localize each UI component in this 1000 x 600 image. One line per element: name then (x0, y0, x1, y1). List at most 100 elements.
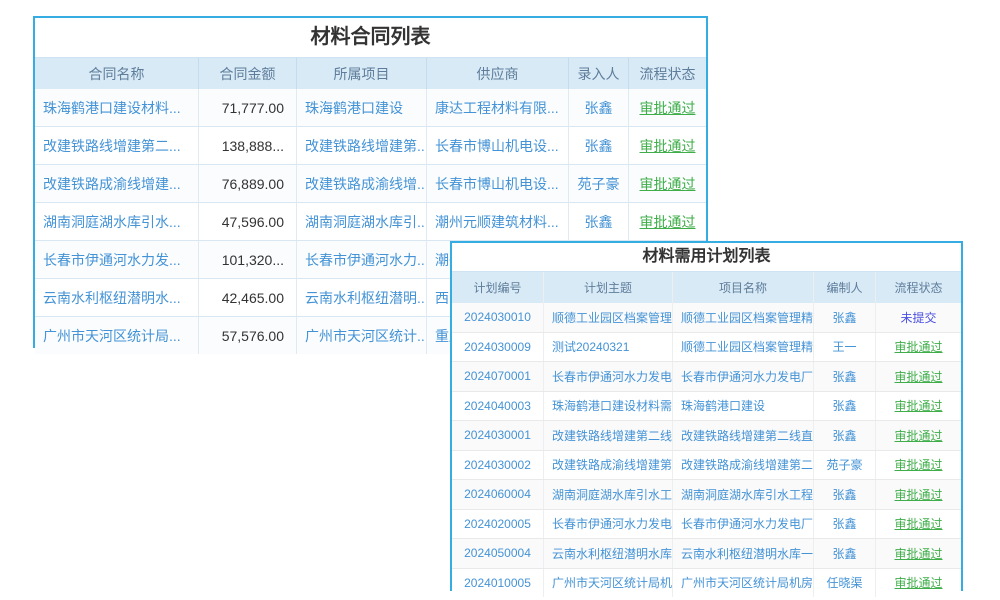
contract-name-link[interactable]: 改建铁路成渝线增建... (35, 165, 198, 202)
plan-subject-link[interactable]: 改建铁路成渝线增建第... (543, 451, 672, 480)
status-badge[interactable]: 审批通过 (628, 165, 706, 202)
project-name-link[interactable]: 云南水利枢纽潜明水库一... (672, 539, 813, 568)
plan-subject-link[interactable]: 云南水利枢纽潜明水库... (543, 539, 672, 568)
table-row: 湖南洞庭湖水库引水... 47,596.00 湖南洞庭湖水库引... 潮州元顺建… (35, 202, 706, 240)
contract-amount-value: 47,596.00 (198, 203, 296, 240)
material-plan-list-panel: 材料需用计划列表 计划编号 计划主题 项目名称 编制人 流程状态 2024030… (450, 241, 963, 591)
status-badge[interactable]: 审批通过 (628, 203, 706, 240)
plan-subject-link[interactable]: 测试20240321 (543, 333, 672, 362)
contract-amount-value: 42,465.00 (198, 279, 296, 316)
plan-panel-title: 材料需用计划列表 (452, 243, 961, 271)
contract-amount-value: 57,576.00 (198, 317, 296, 354)
contract-amount-value: 71,777.00 (198, 89, 296, 126)
project-name-link[interactable]: 顺德工业园区档案管理精... (672, 333, 813, 362)
contract-name-link[interactable]: 云南水利枢纽潜明水... (35, 279, 198, 316)
column-header-contract-name: 合同名称 (35, 58, 198, 89)
column-header-plan-no: 计划编号 (452, 272, 543, 303)
contract-name-link[interactable]: 湖南洞庭湖水库引水... (35, 203, 198, 240)
contract-name-link[interactable]: 长春市伊通河水力发... (35, 241, 198, 278)
contract-name-link[interactable]: 广州市天河区统计局... (35, 317, 198, 354)
project-name-link[interactable]: 顺德工业园区档案管理精... (672, 303, 813, 332)
plan-no-link[interactable]: 2024060004 (452, 480, 543, 509)
supplier-link[interactable]: 长春市博山机电设... (426, 127, 568, 164)
status-badge[interactable]: 审批通过 (875, 333, 961, 362)
project-link[interactable]: 长春市伊通河水力... (296, 241, 426, 278)
column-header-status: 流程状态 (628, 58, 706, 89)
compiler-link[interactable]: 张鑫 (813, 480, 875, 509)
project-name-link[interactable]: 长春市伊通河水力发电厂... (672, 510, 813, 539)
column-header-supplier: 供应商 (426, 58, 568, 89)
project-link[interactable]: 湖南洞庭湖水库引... (296, 203, 426, 240)
project-link[interactable]: 改建铁路成渝线增... (296, 165, 426, 202)
supplier-link[interactable]: 康达工程材料有限... (426, 89, 568, 126)
status-badge[interactable]: 审批通过 (628, 127, 706, 164)
column-header-contract-amount: 合同金额 (198, 58, 296, 89)
table-row: 2024030010 顺德工业园区档案管理... 顺德工业园区档案管理精... … (452, 303, 961, 332)
contract-name-link[interactable]: 改建铁路线增建第二... (35, 127, 198, 164)
supplier-link[interactable]: 长春市博山机电设... (426, 165, 568, 202)
recorder-link[interactable]: 张鑫 (568, 203, 628, 240)
contract-amount-value: 101,320... (198, 241, 296, 278)
table-row: 2024020005 长春市伊通河水力发电... 长春市伊通河水力发电厂... … (452, 509, 961, 539)
recorder-link[interactable]: 张鑫 (568, 89, 628, 126)
recorder-link[interactable]: 苑子豪 (568, 165, 628, 202)
contract-name-link[interactable]: 珠海鹤港口建设材料... (35, 89, 198, 126)
project-link[interactable]: 改建铁路线增建第... (296, 127, 426, 164)
status-badge[interactable]: 审批通过 (875, 451, 961, 480)
compiler-link[interactable]: 张鑫 (813, 539, 875, 568)
status-badge[interactable]: 审批通过 (875, 421, 961, 450)
project-name-link[interactable]: 湖南洞庭湖水库引水工程... (672, 480, 813, 509)
status-badge[interactable]: 审批通过 (875, 569, 961, 598)
table-row: 2024060004 湖南洞庭湖水库引水工... 湖南洞庭湖水库引水工程... … (452, 479, 961, 509)
plan-no-link[interactable]: 2024030001 (452, 421, 543, 450)
plan-table-body: 2024030010 顺德工业园区档案管理... 顺德工业园区档案管理精... … (452, 303, 961, 597)
plan-no-link[interactable]: 2024070001 (452, 362, 543, 391)
plan-subject-link[interactable]: 湖南洞庭湖水库引水工... (543, 480, 672, 509)
table-row: 2024030002 改建铁路成渝线增建第... 改建铁路成渝线增建第二... … (452, 450, 961, 480)
status-badge[interactable]: 审批通过 (875, 392, 961, 421)
plan-no-link[interactable]: 2024050004 (452, 539, 543, 568)
contract-amount-value: 138,888... (198, 127, 296, 164)
plan-subject-link[interactable]: 改建铁路线增建第二线... (543, 421, 672, 450)
project-link[interactable]: 珠海鹤港口建设 (296, 89, 426, 126)
plan-no-link[interactable]: 2024030010 (452, 303, 543, 332)
status-badge[interactable]: 未提交 (875, 303, 961, 332)
plan-subject-link[interactable]: 顺德工业园区档案管理... (543, 303, 672, 332)
plan-no-link[interactable]: 2024030009 (452, 333, 543, 362)
recorder-link[interactable]: 张鑫 (568, 127, 628, 164)
plan-subject-link[interactable]: 广州市天河区统计局机... (543, 569, 672, 598)
status-badge[interactable]: 审批通过 (875, 510, 961, 539)
project-link[interactable]: 云南水利枢纽潜明... (296, 279, 426, 316)
plan-subject-link[interactable]: 珠海鹤港口建设材料需... (543, 392, 672, 421)
column-header-project-name: 项目名称 (672, 272, 813, 303)
project-link[interactable]: 广州市天河区统计... (296, 317, 426, 354)
project-name-link[interactable]: 广州市天河区统计局机房... (672, 569, 813, 598)
status-badge[interactable]: 审批通过 (875, 362, 961, 391)
plan-no-link[interactable]: 2024010005 (452, 569, 543, 598)
table-row: 2024040003 珠海鹤港口建设材料需... 珠海鹤港口建设 张鑫 审批通过 (452, 391, 961, 421)
compiler-link[interactable]: 张鑫 (813, 421, 875, 450)
status-badge[interactable]: 审批通过 (875, 539, 961, 568)
table-row: 改建铁路成渝线增建... 76,889.00 改建铁路成渝线增... 长春市博山… (35, 164, 706, 202)
compiler-link[interactable]: 张鑫 (813, 510, 875, 539)
compiler-link[interactable]: 张鑫 (813, 303, 875, 332)
status-badge[interactable]: 审批通过 (628, 89, 706, 126)
status-badge[interactable]: 审批通过 (875, 480, 961, 509)
plan-subject-link[interactable]: 长春市伊通河水力发电... (543, 510, 672, 539)
plan-no-link[interactable]: 2024030002 (452, 451, 543, 480)
compiler-link[interactable]: 王一 (813, 333, 875, 362)
supplier-link[interactable]: 潮州元顺建筑材料... (426, 203, 568, 240)
compiler-link[interactable]: 任晓渠 (813, 569, 875, 598)
column-header-plan-subject: 计划主题 (543, 272, 672, 303)
project-name-link[interactable]: 改建铁路成渝线增建第二... (672, 451, 813, 480)
plan-subject-link[interactable]: 长春市伊通河水力发电... (543, 362, 672, 391)
plan-no-link[interactable]: 2024020005 (452, 510, 543, 539)
project-name-link[interactable]: 长春市伊通河水力发电厂... (672, 362, 813, 391)
project-name-link[interactable]: 改建铁路线增建第二线直... (672, 421, 813, 450)
compiler-link[interactable]: 张鑫 (813, 392, 875, 421)
plan-no-link[interactable]: 2024040003 (452, 392, 543, 421)
project-name-link[interactable]: 珠海鹤港口建设 (672, 392, 813, 421)
table-row: 珠海鹤港口建设材料... 71,777.00 珠海鹤港口建设 康达工程材料有限.… (35, 89, 706, 126)
compiler-link[interactable]: 苑子豪 (813, 451, 875, 480)
compiler-link[interactable]: 张鑫 (813, 362, 875, 391)
